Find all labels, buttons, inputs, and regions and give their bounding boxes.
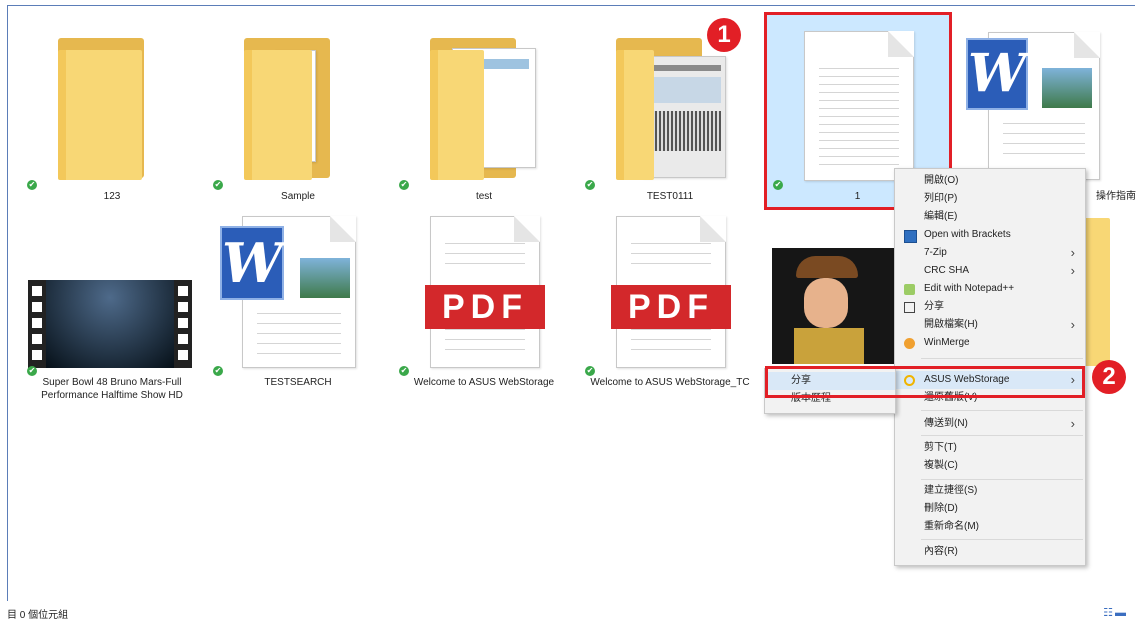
details-view-icon[interactable]: ☷ xyxy=(1103,607,1115,619)
menu-separator xyxy=(921,435,1083,436)
menu-item-edit[interactable]: 編輯(E) xyxy=(895,208,1085,226)
video-thumbnail-icon xyxy=(28,280,192,368)
menu-item-label: 傳送到(N) xyxy=(924,418,968,429)
folder-icon-front xyxy=(244,50,312,180)
menu-item-label: Edit with Notepad++ xyxy=(924,283,1015,294)
pdf-label: PDF xyxy=(425,285,545,329)
file-label: Super Bowl 48 Bruno Mars-Full Performanc… xyxy=(41,377,183,401)
menu-item-cut[interactable]: 剪下(T) xyxy=(895,439,1085,457)
menu-item-7zip[interactable]: 7-Zip › xyxy=(895,244,1085,262)
menu-item-winmerge[interactable]: WinMerge xyxy=(895,334,1085,352)
notepadpp-icon xyxy=(904,284,915,295)
file-item-folder-sample[interactable]: ✔ Sample xyxy=(208,28,388,208)
menu-item-label: WinMerge xyxy=(924,337,970,348)
menu-item-share[interactable]: 分享 xyxy=(895,298,1085,316)
file-item-folder-123[interactable]: ✔ 123 xyxy=(22,28,202,208)
folder-icon-front xyxy=(616,50,654,180)
menu-item-label: 開啟檔案(H) xyxy=(924,319,978,330)
chevron-right-icon: › xyxy=(1070,245,1075,260)
menu-item-label: 複製(C) xyxy=(924,460,958,471)
annotation-marker-2: 2 xyxy=(1092,360,1126,394)
file-label: Welcome to ASUS WebStorage_TC xyxy=(590,377,750,388)
menu-item-open-with-brackets[interactable]: Open with Brackets xyxy=(895,226,1085,244)
menu-item-label: CRC SHA xyxy=(924,265,970,276)
menu-item-send-to[interactable]: 傳送到(N) › xyxy=(895,415,1085,433)
menu-item-label: 建立捷徑(S) xyxy=(924,485,978,496)
winmerge-icon xyxy=(904,338,915,349)
pdf-label: PDF xyxy=(611,285,731,329)
menu-item-label: 重新命名(M) xyxy=(924,521,979,532)
menu-item-label: 開啟(O) xyxy=(924,175,959,186)
chevron-right-icon: › xyxy=(1070,317,1075,332)
file-item-pdf-welcome-tc[interactable]: PDF ✔ Welcome to ASUS WebStorage_TC xyxy=(580,210,760,410)
sync-status-icon: ✔ xyxy=(213,366,223,376)
sync-status-icon: ✔ xyxy=(27,366,37,376)
menu-item-open-file[interactable]: 開啟檔案(H) › xyxy=(895,316,1085,334)
file-label: 123 xyxy=(103,191,121,202)
file-label: TESTSEARCH xyxy=(264,377,332,388)
annotation-box-2 xyxy=(765,366,1085,398)
file-item-word-testsearch[interactable]: W ✔ TESTSEARCH xyxy=(208,210,388,410)
sync-status-icon: ✔ xyxy=(27,180,37,190)
folder-icon-front xyxy=(58,50,142,180)
large-icons-view-icon[interactable]: ▬ xyxy=(1115,607,1128,619)
folder-icon-front xyxy=(430,50,484,180)
image-thumbnail-icon xyxy=(772,248,898,364)
menu-item-label: 內容(R) xyxy=(924,546,958,557)
menu-separator xyxy=(921,539,1083,540)
view-mode-icons[interactable]: ☷▬ xyxy=(1103,606,1128,619)
pdf-document-icon: PDF xyxy=(611,216,731,368)
chevron-right-icon: › xyxy=(1070,263,1075,278)
file-label: Sample xyxy=(281,191,315,202)
folder-preview-screenshot xyxy=(642,56,726,178)
menu-item-copy[interactable]: 複製(C) xyxy=(895,457,1085,475)
chevron-right-icon: › xyxy=(1070,416,1075,431)
menu-item-open[interactable]: 開啟(O) xyxy=(895,172,1085,190)
file-item-image[interactable] xyxy=(772,248,902,368)
file-label: Welcome to ASUS WebStorage xyxy=(413,377,555,388)
word-logo-icon: W xyxy=(966,38,1028,110)
menu-item-create-shortcut[interactable]: 建立捷徑(S) xyxy=(895,482,1085,500)
word-preview-image xyxy=(300,258,350,298)
menu-item-crc-sha[interactable]: CRC SHA › xyxy=(895,262,1085,280)
file-item-folder-test[interactable]: ✔ test xyxy=(394,28,574,208)
file-label: test xyxy=(475,191,493,202)
menu-item-delete[interactable]: 刪除(D) xyxy=(895,500,1085,518)
menu-item-print[interactable]: 列印(P) xyxy=(895,190,1085,208)
sync-status-icon: ✔ xyxy=(585,366,595,376)
share-icon xyxy=(904,302,915,313)
menu-separator xyxy=(921,358,1083,359)
status-bar-text: 目 0 個位元組 xyxy=(7,610,69,621)
file-item-folder-test0111[interactable]: ✔ TEST0111 xyxy=(580,28,760,208)
word-logo-icon: W xyxy=(220,226,284,300)
file-item-video[interactable]: ✔ Super Bowl 48 Bruno Mars-Full Performa… xyxy=(22,210,202,410)
menu-item-label: 刪除(D) xyxy=(924,503,958,514)
sync-status-icon: ✔ xyxy=(399,366,409,376)
menu-item-label: 分享 xyxy=(924,301,944,312)
menu-item-label: 列印(P) xyxy=(924,193,958,204)
menu-item-label: 7-Zip xyxy=(924,247,947,258)
brackets-icon xyxy=(904,230,917,243)
menu-item-label: 剪下(T) xyxy=(924,442,957,453)
menu-separator xyxy=(921,479,1083,480)
file-label: TEST0111 xyxy=(646,191,694,202)
word-preview-image xyxy=(1042,68,1092,108)
sync-status-icon: ✔ xyxy=(213,180,223,190)
menu-item-properties[interactable]: 內容(R) xyxy=(895,543,1085,561)
sync-status-icon: ✔ xyxy=(399,180,409,190)
menu-item-edit-with-notepadpp[interactable]: Edit with Notepad++ xyxy=(895,280,1085,298)
menu-separator xyxy=(921,410,1083,411)
pdf-document-icon: PDF xyxy=(425,216,545,368)
menu-item-label: Open with Brackets xyxy=(924,229,1011,240)
menu-item-rename[interactable]: 重新命名(M) xyxy=(895,518,1085,536)
file-item-pdf-welcome[interactable]: PDF ✔ Welcome to ASUS WebStorage xyxy=(394,210,574,410)
menu-item-label: 編輯(E) xyxy=(924,211,958,222)
annotation-marker-1: 1 xyxy=(707,18,741,52)
sync-status-icon: ✔ xyxy=(585,180,595,190)
